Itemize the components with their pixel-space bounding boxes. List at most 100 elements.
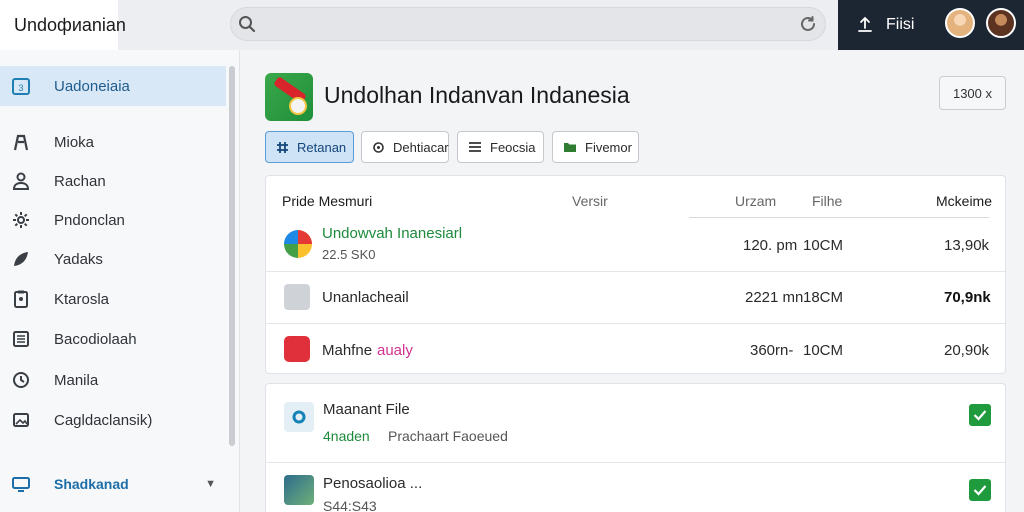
tab-retanan[interactable]: Retanan	[265, 131, 354, 163]
list-icon	[468, 141, 482, 153]
size-button[interactable]: 1300 x	[939, 76, 1006, 110]
svg-text:3: 3	[18, 83, 23, 93]
sidebar-item-label: Bacodiolaah	[54, 330, 137, 348]
page-title: Undolhan Indanvan Indanesia	[324, 82, 630, 108]
checkbox[interactable]	[969, 404, 991, 426]
user-area: Fiisi	[838, 0, 1024, 50]
sidebar-item-rachan[interactable]: Rachan	[0, 161, 226, 201]
brand[interactable]: Undoфиanian	[0, 0, 126, 50]
tab-feocsia[interactable]: Feocsia	[457, 131, 544, 163]
avatar[interactable]	[986, 8, 1016, 38]
row-value: 20,90k	[944, 342, 990, 359]
sidebar-item-bacodiolaah[interactable]: Bacodiolaah	[0, 319, 226, 359]
main-content: Undolhan Indanvan Indanesia 1300 x Retan…	[240, 50, 1024, 512]
row-size: 18CM	[803, 289, 844, 306]
avatar[interactable]	[945, 8, 975, 38]
clock-icon	[1, 370, 41, 390]
monitor-icon	[1, 474, 41, 494]
user-label[interactable]: Fiisi	[886, 16, 914, 34]
calendar-icon: 3	[1, 75, 41, 97]
table-row[interactable]: Unanlacheail 2221 mn 18CM 70,9nk	[266, 271, 1005, 323]
column-header[interactable]: Versir	[572, 193, 608, 209]
tab-label: Fivemor	[585, 139, 632, 155]
placeholder-image-icon	[284, 284, 310, 310]
tab-label: Feocsia	[490, 139, 536, 155]
image-icon	[1, 410, 41, 430]
brand-name: Undoфиanian	[14, 14, 126, 35]
column-header[interactable]: Filhe	[812, 193, 842, 209]
checkbox[interactable]	[969, 479, 991, 501]
sidebar-item-ktarosla[interactable]: Ktarosla	[0, 279, 226, 319]
row-name-extra: aualy	[377, 342, 413, 359]
sidebar-item-yadaks[interactable]: Yadaks	[0, 239, 226, 279]
person-icon	[1, 132, 41, 152]
sidebar-item-manila[interactable]: Manila	[0, 360, 226, 400]
user-icon	[1, 171, 41, 191]
row-size: 10CM	[803, 342, 844, 359]
search-bar[interactable]	[230, 7, 826, 41]
leaf-icon	[1, 249, 41, 269]
files-list: Maanant File 4naden Prachaart Faoeued Pe…	[265, 383, 1006, 512]
sidebar-item-label: Cagldaclansik)	[54, 411, 153, 429]
row-time: 120. pm	[743, 237, 798, 254]
grid-icon	[276, 141, 289, 154]
list-item[interactable]: Penosaolioa ... S44:S43	[266, 462, 1005, 512]
gear-icon	[1, 210, 41, 230]
file-status-prefix: 4naden	[323, 428, 370, 444]
search-icon	[231, 15, 263, 33]
file-sub: S44:S43	[323, 498, 377, 512]
app-icon	[265, 73, 313, 121]
tab-dehtiacar[interactable]: Dehtiacar	[361, 131, 449, 163]
row-name: Undowvah Inanesiarl	[322, 225, 463, 242]
sidebar: 3 Uadoneiaia Mioka Rachan Pndonclan Yada…	[0, 50, 240, 512]
sidebar-footer-label: Shadkanad	[54, 476, 129, 492]
tab-fivemor[interactable]: Fivemor	[552, 131, 639, 163]
red-app-icon	[284, 336, 310, 362]
row-value: 13,90k	[944, 237, 990, 254]
refresh-icon	[372, 141, 385, 154]
file-icon	[284, 402, 314, 432]
sidebar-item-label: Rachan	[54, 172, 106, 190]
file-name: Maanant File	[323, 401, 410, 418]
top-bar: Undoфиanian Fiisi	[0, 0, 1024, 50]
sidebar-item-label: Uadoneiaia	[54, 77, 130, 95]
sidebar-item-label: Manila	[54, 371, 99, 389]
table-row[interactable]: Undowvah Inanesiarl 22.5 SK0 120. pm 10С…	[266, 219, 1005, 271]
sidebar-item-label: Pndonclan	[54, 211, 125, 229]
upload-icon[interactable]	[856, 16, 874, 34]
sidebar-item-label: Ktarosla	[54, 290, 110, 308]
colorful-app-icon	[284, 230, 312, 258]
row-size: 10СM	[803, 237, 844, 254]
sidebar-item-label: Mioka	[54, 133, 95, 151]
sidebar-item-pndonclan[interactable]: Pndonclan	[0, 200, 226, 240]
clipboard-icon	[1, 289, 41, 309]
search-input[interactable]	[263, 16, 791, 32]
sidebar-item-uadoneiaia[interactable]: 3 Uadoneiaia	[0, 66, 226, 106]
tab-label: Retanan	[297, 139, 347, 155]
app-table: Pride Mesmuri Versir Urzam Filhe Mckeime…	[265, 175, 1006, 374]
header-divider	[689, 217, 989, 218]
list-icon	[1, 329, 41, 349]
column-header[interactable]: Mckeime	[936, 193, 992, 209]
column-header[interactable]: Pride Mesmuri	[282, 193, 372, 209]
sidebar-item-cagldaclansik[interactable]: Cagldaclansik)	[0, 400, 226, 440]
column-header[interactable]: Urzam	[735, 193, 776, 209]
row-time: 360rn-	[750, 342, 794, 359]
folder-icon	[563, 141, 577, 153]
refresh-icon[interactable]	[791, 15, 825, 33]
row-value: 70,9nk	[944, 289, 991, 306]
sidebar-item-label: Yadaks	[54, 250, 103, 268]
tab-label: Dehtiacar	[393, 139, 449, 155]
sidebar-footer-dropdown[interactable]: Shadkanad ▼	[0, 464, 226, 504]
row-name: Mahfne	[322, 342, 373, 359]
list-item[interactable]: Maanant File 4naden Prachaart Faoeued	[266, 384, 1005, 462]
table-row[interactable]: Mahfne aualy 360rn- 10CM 20,90k	[266, 323, 1005, 375]
image-thumbnail-icon	[284, 475, 314, 505]
file-name: Penosaolioa ...	[323, 475, 423, 492]
sidebar-scrollbar[interactable]	[229, 66, 235, 446]
chevron-down-icon: ▼	[205, 478, 216, 490]
file-status: Prachaart Faoeued	[388, 428, 508, 444]
row-sub: 22.5 SK0	[322, 247, 376, 262]
row-name: Unanlacheail	[322, 289, 409, 306]
sidebar-item-mioka[interactable]: Mioka	[0, 122, 226, 162]
